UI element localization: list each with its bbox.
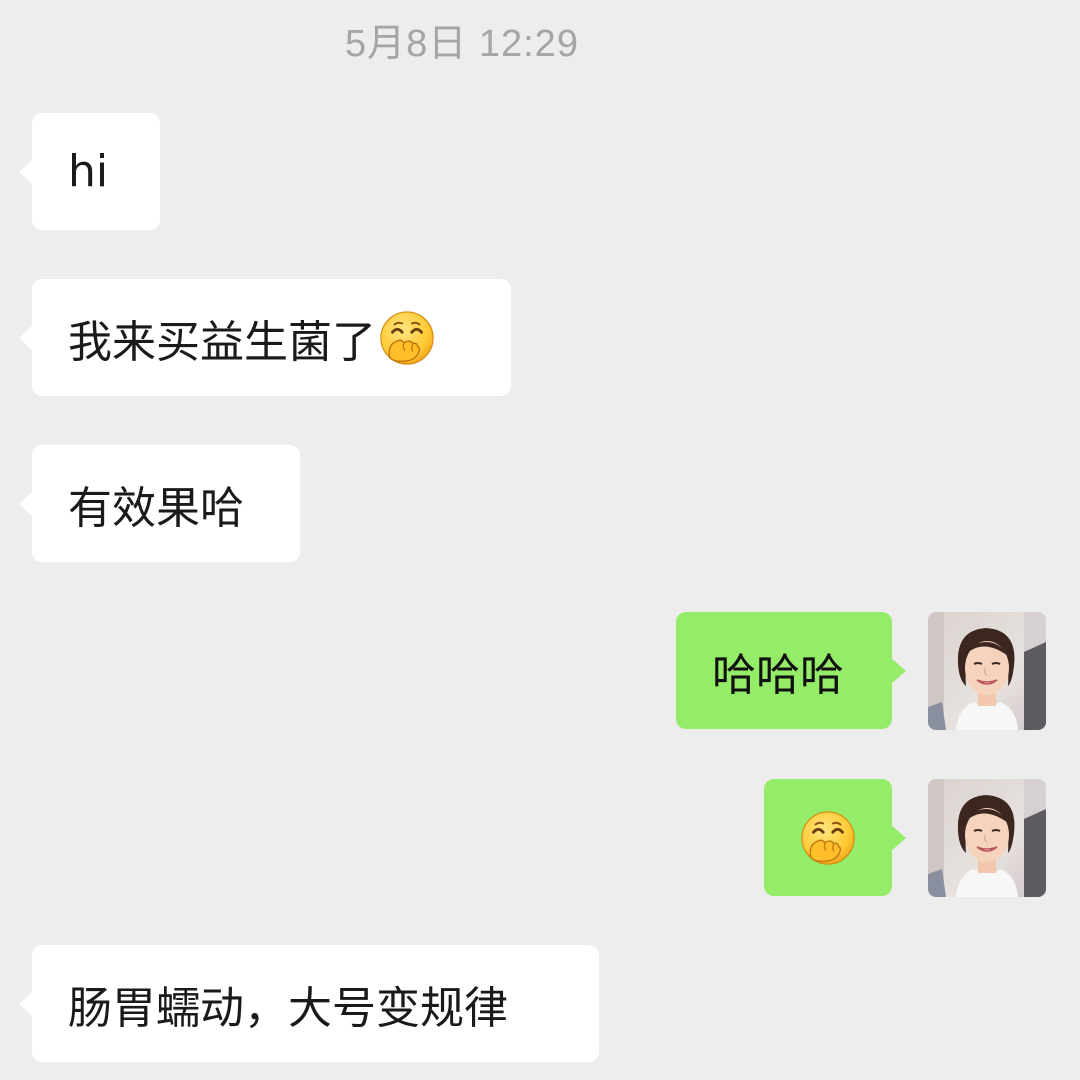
- sent-message-bubble[interactable]: 哈哈哈: [676, 612, 906, 729]
- message-text: 哈哈哈: [712, 649, 844, 701]
- message-text: hi: [68, 146, 109, 197]
- received-message-bubble[interactable]: 有效果哈: [19, 445, 300, 562]
- received-message-bubble[interactable]: 我来买益生菌了: [19, 279, 511, 396]
- received-message-bubble[interactable]: 肠胃蠕动，大号变规律: [19, 945, 599, 1062]
- message-text: 肠胃蠕动，大号变规律: [68, 982, 508, 1034]
- hand-over-mouth-emoji-icon: [378, 309, 436, 367]
- chat-timestamp: 5月8日 12:29: [345, 23, 579, 65]
- sent-message-bubble[interactable]: [764, 779, 906, 896]
- received-message-bubble[interactable]: hi: [19, 113, 160, 230]
- hand-over-mouth-emoji-icon: [799, 809, 857, 867]
- woman-avatar-icon[interactable]: [928, 612, 1046, 730]
- woman-avatar-icon[interactable]: [928, 779, 1046, 897]
- message-text: 我来买益生菌了: [68, 316, 376, 368]
- message-text: 有效果哈: [68, 482, 244, 534]
